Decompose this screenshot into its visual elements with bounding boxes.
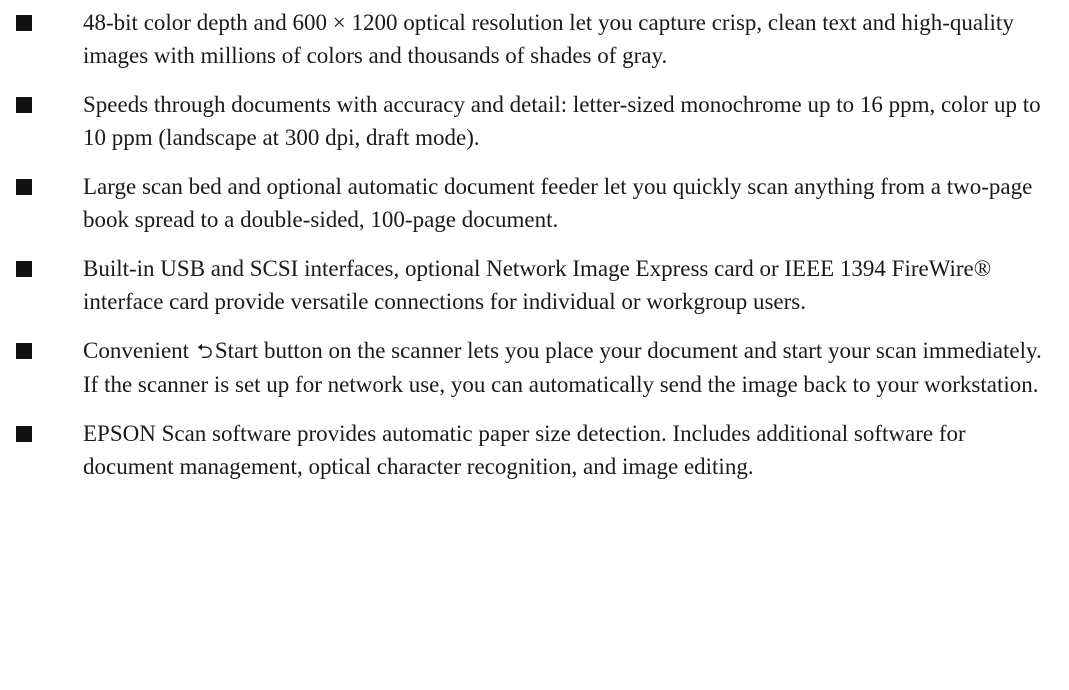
list-item: Large scan bed and optional automatic do…	[0, 170, 1069, 236]
start-icon: ⮌	[196, 339, 213, 363]
list-item: 48-bit color depth and 600 × 1200 optica…	[0, 6, 1069, 72]
square-bullet-icon	[16, 15, 32, 31]
feature-text-after: Start button on the scanner lets you pla…	[83, 338, 1042, 397]
square-bullet-icon	[16, 179, 32, 195]
feature-text: EPSON Scan software provides automatic p…	[83, 421, 966, 479]
square-bullet-icon	[16, 426, 32, 442]
feature-list: 48-bit color depth and 600 × 1200 optica…	[0, 6, 1069, 499]
list-item: Built-in USB and SCSI interfaces, option…	[0, 252, 1069, 318]
feature-document: 48-bit color depth and 600 × 1200 optica…	[0, 0, 1069, 690]
list-item: Speeds through documents with accuracy a…	[0, 88, 1069, 154]
square-bullet-icon	[16, 97, 32, 113]
square-bullet-icon	[16, 261, 32, 277]
feature-text: Large scan bed and optional automatic do…	[83, 174, 1033, 232]
feature-text-before: Convenient	[83, 338, 190, 363]
feature-text: 48-bit color depth and 600 × 1200 optica…	[83, 10, 1014, 68]
feature-text: Built-in USB and SCSI interfaces, option…	[83, 256, 992, 314]
square-bullet-icon	[16, 343, 32, 359]
list-item: EPSON Scan software provides automatic p…	[0, 417, 1069, 483]
list-item: Convenient ⮌Start button on the scanner …	[0, 334, 1069, 401]
feature-text: Speeds through documents with accuracy a…	[83, 92, 1041, 150]
